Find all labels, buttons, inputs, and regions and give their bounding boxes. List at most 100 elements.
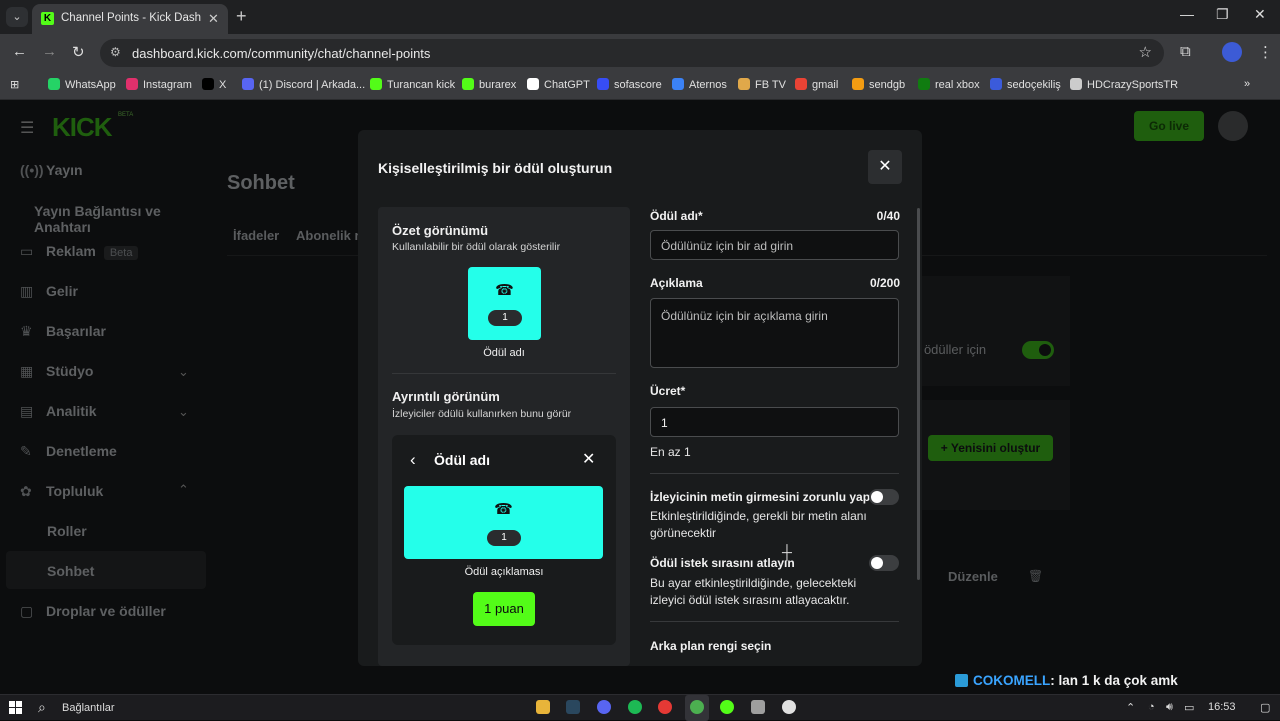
tab-close-icon[interactable]: ✕: [208, 11, 219, 27]
logo-beta-label: BETA: [118, 112, 134, 118]
detail-preview-box: ‹ Ödül adı ✕ ☎ 1 Ödül açıklaması 1 puan: [392, 435, 616, 645]
reload-icon[interactable]: ↻: [72, 43, 85, 61]
edit-link[interactable]: Düzenle: [948, 569, 998, 584]
beta-badge: Beta: [103, 246, 139, 260]
price-input[interactable]: 1: [650, 407, 899, 437]
sidebar-item-droplar[interactable]: ▢ Droplar ve ödüller: [20, 603, 166, 620]
maximize-button[interactable]: ❐: [1216, 6, 1229, 23]
bookmark-item[interactable]: sedoçekiliş: [990, 78, 1061, 91]
search-icon[interactable]: ⌕: [38, 699, 46, 716]
kick-logo[interactable]: KICK: [52, 112, 113, 143]
back-icon[interactable]: ←: [12, 43, 27, 60]
sidebar-item-topluluk[interactable]: ✿ Topluluk: [20, 483, 103, 500]
minimize-button[interactable]: —: [1180, 6, 1194, 22]
bookmark-item[interactable]: ChatGPT: [527, 78, 590, 91]
trophy-icon: ♛: [20, 323, 33, 339]
kick-favicon-icon: K: [41, 12, 54, 25]
description-textarea[interactable]: Ödülünüz için bir açıklama girin: [650, 298, 899, 368]
bookmark-item[interactable]: gmail: [795, 78, 838, 91]
tab-ifadeler[interactable]: İfadeler: [233, 228, 279, 243]
steam-icon[interactable]: [566, 700, 580, 714]
bookmark-item[interactable]: Instagram: [126, 78, 192, 91]
extensions-icon[interactable]: ⧉: [1180, 43, 1191, 60]
discord-icon[interactable]: [597, 700, 611, 714]
skip-queue-toggle[interactable]: [869, 555, 899, 571]
new-tab-button[interactable]: +: [236, 6, 247, 27]
kick-app-icon[interactable]: [720, 700, 734, 714]
sidebar-item-roller[interactable]: Roller: [47, 523, 87, 539]
bookmark-item[interactable]: (1) Discord | Arkada...: [242, 78, 365, 91]
chevron-down-icon[interactable]: ⌄: [178, 364, 189, 380]
url-text[interactable]: dashboard.kick.com/community/chat/channe…: [132, 46, 430, 61]
bookmark-item[interactable]: sofascore: [597, 78, 662, 91]
sidebar-item-studyo[interactable]: ▦ Stüdyo: [20, 363, 93, 380]
spotify-icon[interactable]: [628, 700, 642, 714]
trash-icon[interactable]: 🗑: [1028, 569, 1043, 583]
taskbar-search-text[interactable]: Bağlantılar: [62, 702, 115, 714]
rewards-toggle[interactable]: [1022, 341, 1054, 359]
tab-search-button[interactable]: ⌄: [6, 7, 28, 27]
bookmark-item[interactable]: FB TV: [738, 78, 786, 91]
bookmarks-overflow-icon[interactable]: »: [1244, 78, 1250, 90]
sidebar-item-basarilar[interactable]: ♛ Başarılar: [20, 323, 106, 340]
chevron-up-icon[interactable]: ⌃: [178, 482, 189, 498]
bookmark-label: FB TV: [755, 79, 786, 91]
sidebar-item-reklam[interactable]: ▭ Reklam Beta: [20, 243, 139, 260]
user-avatar[interactable]: [1218, 111, 1248, 141]
bookmark-label: X: [219, 79, 227, 91]
apps-grid-icon[interactable]: ⊞: [10, 78, 19, 91]
profile-avatar[interactable]: [1222, 42, 1242, 62]
browser-tab[interactable]: K Channel Points - Kick Dashboar ✕: [32, 4, 228, 34]
obs-icon[interactable]: [782, 700, 796, 714]
notification-icon[interactable]: ▢: [1260, 701, 1270, 714]
photos-icon[interactable]: [751, 700, 765, 714]
sidebar-item-denetleme[interactable]: ✎ Denetleme: [20, 443, 117, 460]
create-new-button[interactable]: + Yenisini oluştur: [928, 435, 1053, 461]
reward-name-input[interactable]: Ödülünüz için bir ad girin: [650, 230, 899, 260]
bookmark-item[interactable]: Turancan kick: [370, 78, 455, 91]
require-text-toggle[interactable]: [869, 489, 899, 505]
modal-close-button[interactable]: ✕: [868, 150, 902, 184]
bookmark-item[interactable]: real xbox: [918, 78, 980, 91]
omnibox[interactable]: ⚙ dashboard.kick.com/community/chat/chan…: [100, 39, 1164, 67]
volume-icon[interactable]: 🔊︎: [1166, 701, 1173, 714]
tab-abonelik[interactable]: Abonelik r: [296, 228, 360, 243]
bookmark-item[interactable]: WhatsApp: [48, 78, 116, 91]
media-player-icon[interactable]: [658, 700, 672, 714]
analytics-icon: ▤: [20, 403, 34, 419]
hamburger-menu-icon[interactable]: ☰: [20, 118, 34, 138]
battery-icon[interactable]: ▭: [1184, 701, 1194, 714]
file-explorer-icon[interactable]: [536, 700, 550, 714]
price-label: Ücret*: [650, 384, 686, 398]
go-live-button[interactable]: Go live: [1134, 111, 1204, 141]
bookmark-item[interactable]: X: [202, 78, 226, 91]
bookmark-item[interactable]: Aternos: [672, 78, 727, 91]
browser-menu-icon[interactable]: ⋮: [1258, 43, 1273, 61]
sidebar-item-analitik[interactable]: ▤ Analitik: [20, 403, 97, 420]
wifi-icon[interactable]: ◔: [1148, 701, 1155, 713]
reward-card-preview: ☎ 1: [468, 267, 541, 340]
forward-icon[interactable]: →: [42, 43, 57, 60]
chevron-down-icon[interactable]: ⌄: [178, 404, 189, 420]
bookmarks-bar: ⊞ WhatsApp Instagram X (1) Discord | Arkada…: [0, 72, 1280, 100]
sidebar-item-stream-key[interactable]: Yayın Bağlantısı ve Anahtarı: [34, 203, 214, 235]
site-info-icon[interactable]: ⚙: [110, 45, 121, 59]
clock-time[interactable]: 16:53: [1208, 701, 1236, 713]
modal-scrollbar[interactable]: [917, 208, 920, 580]
detail-view-title: Ayrıntılı görünüm: [392, 389, 500, 404]
bookmark-favicon-icon: [202, 78, 214, 90]
studio-icon: ▦: [20, 363, 34, 379]
chrome-icon[interactable]: [690, 700, 704, 714]
bookmark-item[interactable]: burarex: [462, 78, 516, 91]
require-text-description: Etkinleştirildiğinde, gerekli bir metin …: [650, 509, 867, 540]
bookmark-star-icon[interactable]: ☆: [1139, 43, 1152, 61]
window-close-button[interactable]: ✕: [1254, 6, 1266, 23]
bookmark-item[interactable]: sendgb: [852, 78, 905, 91]
gift-icon: ☎: [495, 282, 514, 299]
tray-overflow-icon[interactable]: ⌃: [1126, 701, 1135, 714]
windows-start-icon[interactable]: [9, 701, 22, 714]
sidebar-item-sohbet[interactable]: Sohbet: [47, 563, 94, 579]
sidebar-item-gelir[interactable]: ▥ Gelir: [20, 283, 78, 300]
sidebar-item-yayin[interactable]: ((•)) Yayın: [20, 162, 83, 178]
bookmark-item[interactable]: HDCrazySportsTR: [1070, 78, 1178, 91]
